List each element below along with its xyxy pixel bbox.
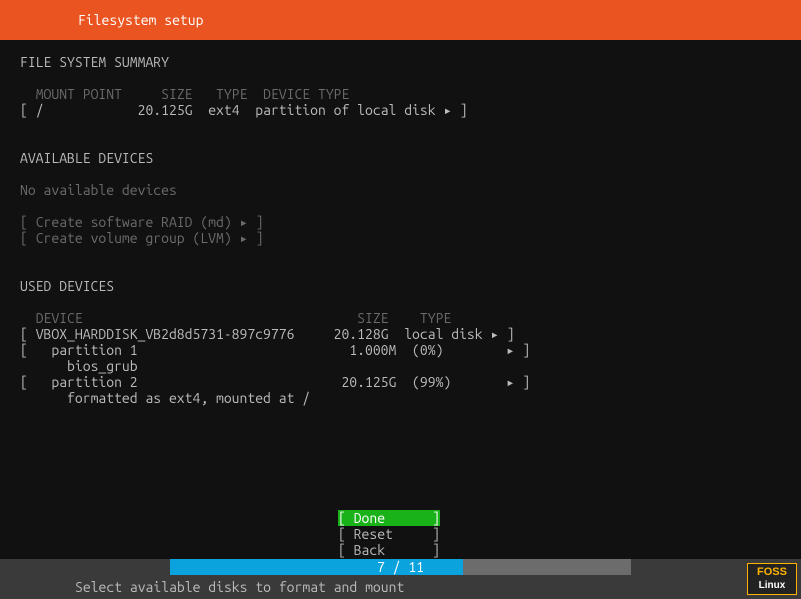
part1-pct: (0%) xyxy=(412,342,443,358)
reset-button[interactable]: [ Reset ] xyxy=(338,526,440,542)
col-size2: SIZE xyxy=(357,310,388,326)
create-volume-group[interactable]: [ Create volume group (LVM) ▸ ] xyxy=(20,230,264,246)
col-device: DEVICE xyxy=(36,310,83,326)
create-software-raid[interactable]: [ Create software RAID (md) ▸ ] xyxy=(20,214,264,230)
watermark-line2: Linux xyxy=(748,579,796,592)
part2-name: partition 2 xyxy=(51,374,137,390)
part1-desc: bios_grub xyxy=(67,358,138,374)
summary-type: ext4 xyxy=(208,102,239,118)
summary-row[interactable]: [ / 20.125G ext4 partition of local disk… xyxy=(20,102,468,118)
part1-size: 1.000M xyxy=(349,342,396,358)
summary-devtype: partition of local disk xyxy=(255,102,435,118)
chevron-right-icon: ▸ xyxy=(506,374,514,390)
create-lvm-label: Create volume group (LVM) xyxy=(36,230,232,246)
installer-screen: Filesystem setup FILE SYSTEM SUMMARY MOU… xyxy=(0,0,801,599)
disk-type: local disk xyxy=(404,326,482,342)
content-area: FILE SYSTEM SUMMARY MOUNT POINT SIZE TYP… xyxy=(0,40,801,406)
summary-headers: MOUNT POINT SIZE TYPE DEVICE TYPE xyxy=(20,86,349,102)
col-devtype: DEVICE TYPE xyxy=(263,86,349,102)
chevron-right-icon: ▸ xyxy=(240,230,248,246)
chevron-right-icon: ▸ xyxy=(240,214,248,230)
col-size: SIZE xyxy=(161,86,192,102)
used-headers: DEVICE SIZE TYPE xyxy=(20,310,451,326)
disk-name: VBOX_HARDDISK_VB2d8d5731-897c9776 xyxy=(36,326,295,342)
used-disk-row[interactable]: [ VBOX_HARDDISK_VB2d8d5731-897c9776 20.1… xyxy=(20,326,515,342)
section-summary-title: FILE SYSTEM SUMMARY xyxy=(20,54,169,70)
part2-size: 20.125G xyxy=(341,374,396,390)
action-buttons: [ Done ] [ Reset ] [ Back ] xyxy=(338,510,440,558)
part2-desc: formatted as ext4, mounted at / xyxy=(67,390,310,406)
section-used-title: USED DEVICES xyxy=(20,278,114,294)
watermark: FOSS Linux xyxy=(747,563,797,595)
summary-mount: / xyxy=(36,102,44,118)
footer: 7 / 11 Select available disks to format … xyxy=(0,559,801,599)
chevron-right-icon: ▸ xyxy=(490,326,498,342)
page-title: Filesystem setup xyxy=(78,12,203,28)
summary-size: 20.125G xyxy=(138,102,193,118)
partition-2-row[interactable]: [ partition 2 20.125G (99%) ▸ ] xyxy=(20,374,530,390)
col-mount: MOUNT POINT xyxy=(36,86,122,102)
col-type2: TYPE xyxy=(420,310,451,326)
chevron-right-icon: ▸ xyxy=(443,102,451,118)
chevron-right-icon: ▸ xyxy=(506,342,514,358)
done-button[interactable]: [ Done ] xyxy=(338,510,440,526)
col-type: TYPE xyxy=(216,86,247,102)
part2-pct: (99%) xyxy=(412,374,451,390)
hint-text: Select available disks to format and mou… xyxy=(0,575,801,599)
titlebar: Filesystem setup xyxy=(0,0,801,40)
create-raid-label: Create software RAID (md) xyxy=(36,214,232,230)
back-label: Back xyxy=(354,542,385,558)
progress-label: 7 / 11 xyxy=(170,559,631,575)
section-available-title: AVAILABLE DEVICES xyxy=(20,150,153,166)
watermark-line1: FOSS xyxy=(748,566,796,579)
back-button[interactable]: [ Back ] xyxy=(338,542,440,558)
done-label: Done xyxy=(354,510,385,526)
partition-1-row[interactable]: [ partition 1 1.000M (0%) ▸ ] xyxy=(20,342,530,358)
part1-name: partition 1 xyxy=(51,342,137,358)
no-available-devices: No available devices xyxy=(20,182,177,198)
reset-label: Reset xyxy=(354,526,393,542)
disk-size: 20.128G xyxy=(334,326,389,342)
progress-bar: 7 / 11 xyxy=(170,559,631,575)
